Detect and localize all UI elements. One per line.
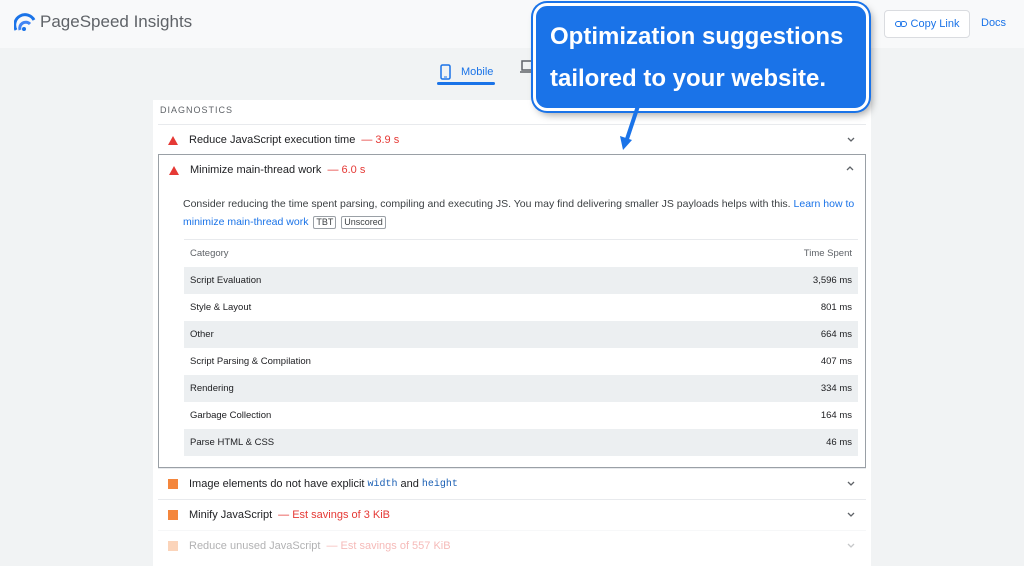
app-logo[interactable]: PageSpeed Insights xyxy=(14,12,192,32)
audit-title-mid: and xyxy=(400,478,419,490)
table-row: Script Parsing & Compilation 407 ms xyxy=(184,348,858,375)
unscored-badge: Unscored xyxy=(341,216,386,229)
row-time: 801 ms xyxy=(820,302,852,313)
mobile-phone-icon xyxy=(440,64,451,80)
audit-reduce-js-execution[interactable]: Reduce JavaScript execution time — 3.9 s xyxy=(158,124,866,154)
table-row: Parse HTML & CSS 46 ms xyxy=(184,429,858,456)
audit-title: Minimize main-thread work xyxy=(190,164,322,176)
row-category: Style & Layout xyxy=(190,302,252,313)
audit-code-width: width xyxy=(367,478,398,490)
fail-triangle-icon xyxy=(169,165,179,175)
app-title: PageSpeed Insights xyxy=(40,12,193,31)
row-category: Garbage Collection xyxy=(190,410,272,421)
row-category: Script Evaluation xyxy=(190,275,262,286)
audit-title: Reduce JavaScript execution time xyxy=(189,133,356,146)
pagespeed-logo-icon xyxy=(14,13,36,31)
audit-value: — Est savings of 3 KiB xyxy=(278,509,391,521)
chevron-up-icon[interactable] xyxy=(845,164,855,174)
copy-link-label: Copy Link xyxy=(910,18,960,30)
audit-title: Image elements do not have explicit xyxy=(189,478,365,490)
table-row: Garbage Collection 164 ms xyxy=(184,402,858,429)
tab-mobile-underline xyxy=(437,82,495,85)
link-icon xyxy=(894,21,907,27)
callout-line-1: Optimization suggestions xyxy=(550,23,844,50)
audit-minimize-main-thread[interactable]: Minimize main-thread work — 6.0 s xyxy=(159,155,865,185)
diagnostics-heading: DIAGNOSTICS xyxy=(160,105,234,115)
table-row: Style & Layout 801 ms xyxy=(184,294,858,321)
row-time: 164 ms xyxy=(820,410,852,421)
table-row: Other 664 ms xyxy=(184,321,858,348)
callout-bubble: Optimization suggestions tailored to you… xyxy=(533,3,869,111)
table-row: Rendering 334 ms xyxy=(184,375,858,402)
row-time: 3,596 ms xyxy=(812,275,852,286)
tbt-badge: TBT xyxy=(313,216,337,229)
audit-reduce-unused-js[interactable]: Reduce unused JavaScript — Est savings o… xyxy=(158,530,866,561)
callout-arrow xyxy=(620,106,640,150)
table-header: Category Time Spent xyxy=(184,239,858,267)
average-square-icon xyxy=(168,510,178,520)
row-time: 46 ms xyxy=(826,437,852,448)
callout-line-2: tailored to your website. xyxy=(550,65,827,92)
device-tabs: Mobile xyxy=(0,48,1024,100)
audit-title: Reduce unused JavaScript xyxy=(189,540,321,552)
audit-code-height: height xyxy=(421,478,458,490)
main-thread-table: Category Time Spent Script Evaluation 3,… xyxy=(184,239,858,456)
audit-image-explicit-size[interactable]: Image elements do not have explicit widt… xyxy=(158,468,866,499)
chevron-down-icon[interactable] xyxy=(846,478,856,488)
row-category: Other xyxy=(190,329,214,340)
average-square-icon xyxy=(168,479,178,489)
audit-description: Consider reducing the time spent parsing… xyxy=(183,195,855,231)
chevron-down-icon[interactable] xyxy=(846,540,856,550)
column-header-category: Category xyxy=(190,248,229,259)
audit-minify-js[interactable]: Minify JavaScript — Est savings of 3 KiB xyxy=(158,499,866,530)
copy-link-button[interactable]: Copy Link xyxy=(884,10,970,38)
row-category: Script Parsing & Compilation xyxy=(190,356,311,367)
audit-title: Minify JavaScript xyxy=(189,509,273,521)
average-square-icon xyxy=(168,541,178,551)
top-bar: PageSpeed Insights Copy Link Docs xyxy=(0,0,1024,48)
description-text: Consider reducing the time spent parsing… xyxy=(183,198,791,210)
row-time: 664 ms xyxy=(820,329,852,340)
row-category: Parse HTML & CSS xyxy=(190,437,275,448)
row-time: 407 ms xyxy=(820,356,852,367)
column-header-time-spent: Time Spent xyxy=(803,248,852,259)
table-row: Script Evaluation 3,596 ms xyxy=(184,267,858,294)
chevron-down-icon[interactable] xyxy=(846,509,856,519)
chevron-down-icon[interactable] xyxy=(846,134,856,144)
row-time: 334 ms xyxy=(820,383,852,394)
tab-mobile-label: Mobile xyxy=(461,66,494,78)
audit-minimize-main-thread-expanded: Minimize main-thread work — 6.0 s Consid… xyxy=(158,154,866,468)
audit-value: — 3.9 s xyxy=(361,133,400,146)
fail-triangle-icon xyxy=(168,135,178,145)
row-category: Rendering xyxy=(190,383,234,394)
docs-link[interactable]: Docs xyxy=(981,17,1006,29)
audit-value: — Est savings of 557 KiB xyxy=(326,540,451,552)
audit-value: — 6.0 s xyxy=(327,164,366,176)
